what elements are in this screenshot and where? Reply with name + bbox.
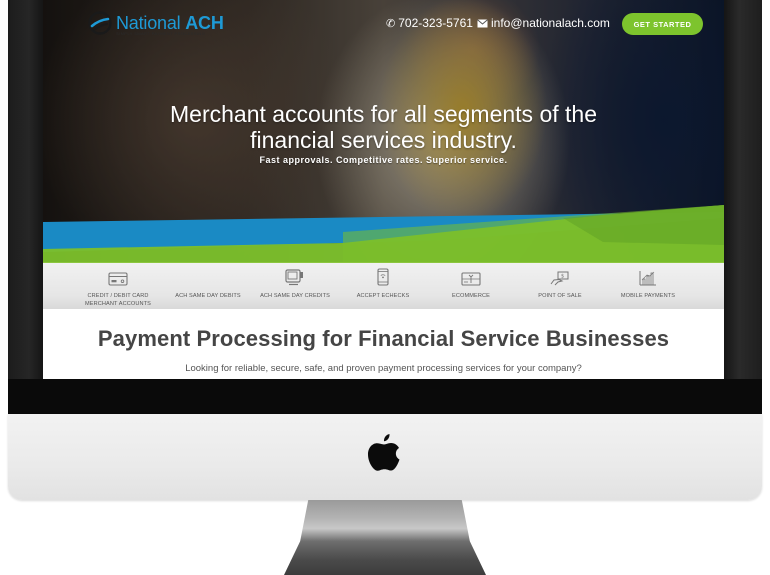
- phone-number: 702-323-5761: [398, 16, 473, 30]
- bar-chart-icon: [639, 271, 656, 286]
- point-of-sale-icon: $: [550, 271, 569, 286]
- service-label: ACCEPT ECHECKS: [356, 293, 410, 299]
- ecommerce-icon: [461, 272, 481, 286]
- hero-subtitle: Fast approvals. Competitive rates. Super…: [259, 155, 508, 165]
- service-ach-same-day-debits[interactable]: ACH SAME DAY DEBITS: [171, 268, 245, 300]
- envelope-icon: [477, 18, 488, 27]
- bezel-left: [8, 0, 43, 379]
- service-label: MOBILE PAYMENTS: [620, 293, 676, 299]
- service-label: POINT OF SALE: [538, 293, 582, 299]
- terminal-icon: [285, 269, 303, 286]
- phone-icon: ✆: [386, 17, 396, 30]
- get-started-button[interactable]: GET STARTED: [622, 13, 703, 35]
- hero-title-line-2: financial services industry.: [250, 127, 517, 153]
- section-title: Payment Processing for Financial Service…: [97, 326, 670, 351]
- credit-card-icon: [108, 272, 128, 286]
- bezel-right: [724, 0, 762, 379]
- service-label: ECOMMERCE: [452, 293, 490, 299]
- site-logo[interactable]: National ACH SIMPLY SMART PAYMENT PROCES…: [88, 10, 224, 36]
- service-accept-echecks[interactable]: ACCEPT ECHECKS: [348, 268, 418, 300]
- hero-section: National ACH SIMPLY SMART PAYMENT PROCES…: [43, 0, 724, 262]
- service-point-of-sale[interactable]: $ POINT OF SALE: [525, 268, 595, 300]
- service-label: CREDIT / DEBIT CARD MERCHANT ACCOUNTS: [85, 293, 151, 307]
- monitor-stand: [284, 500, 486, 575]
- section-subtitle: Looking for reliable, secure, safe, and …: [185, 363, 582, 374]
- email-address: info@nationalach.com: [491, 16, 610, 30]
- service-label: ACH SAME DAY CREDITS: [260, 293, 330, 299]
- national-ach-logo-icon: [88, 11, 112, 35]
- service-credit-debit-card[interactable]: CREDIT / DEBIT CARD MERCHANT ACCOUNTS: [81, 268, 155, 308]
- services-bar: CREDIT / DEBIT CARD MERCHANT ACCOUNTS ACH…: [43, 262, 724, 309]
- service-ecommerce[interactable]: ECOMMERCE: [436, 268, 506, 300]
- service-label: ACH SAME DAY DEBITS: [175, 293, 241, 299]
- svg-text:$: $: [561, 274, 564, 280]
- hero-title-line-1: Merchant accounts for all segments of th…: [170, 101, 597, 127]
- logo-text: National ACH: [116, 13, 224, 33]
- mobile-phone-icon: [377, 268, 389, 286]
- apple-logo-icon: [368, 434, 400, 471]
- email-link[interactable]: info@nationalach.com: [477, 16, 610, 30]
- logo-tagline: SIMPLY SMART PAYMENT PROCESSING: [116, 31, 206, 36]
- phone-link[interactable]: ✆ 702-323-5761: [386, 16, 473, 30]
- hero-title: Merchant accounts for all segments of th…: [43, 101, 724, 153]
- service-ach-same-day-credits[interactable]: ACH SAME DAY CREDITS: [257, 268, 333, 300]
- monitor-screen: National ACH SIMPLY SMART PAYMENT PROCES…: [43, 0, 724, 379]
- service-mobile-payments[interactable]: MOBILE PAYMENTS: [613, 268, 683, 300]
